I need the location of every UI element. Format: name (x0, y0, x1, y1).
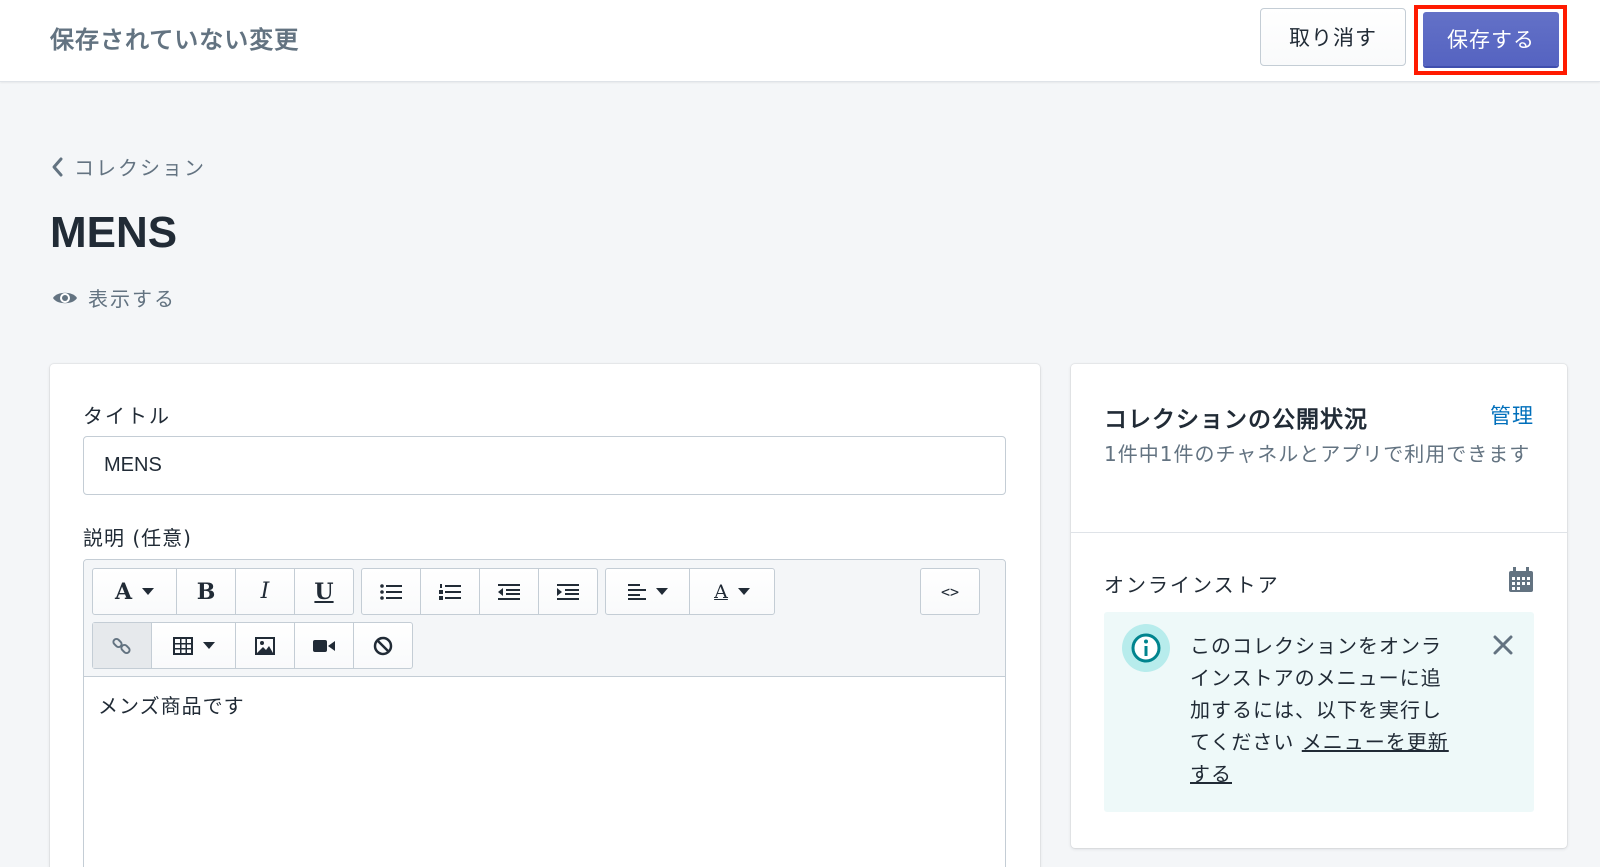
divider (1071, 532, 1567, 533)
editor-toolbar: A B I U A <> (84, 560, 1005, 677)
indent-icon (557, 583, 579, 600)
show-html-button[interactable]: <> (921, 569, 979, 614)
clear-formatting-icon (373, 636, 393, 655)
unsaved-changes-title: 保存されていない変更 (50, 26, 300, 54)
title-input[interactable]: MENS (83, 436, 1006, 495)
bold-icon: B (196, 578, 216, 605)
align-left-icon (627, 583, 646, 600)
underline-button[interactable]: U (295, 569, 353, 614)
top-bar: 保存されていない変更 取り消す 保存する (0, 0, 1600, 82)
text-color-button[interactable]: A (690, 569, 774, 614)
availability-title: コレクションの公開状況 (1104, 407, 1368, 433)
clear-formatting-button[interactable] (354, 623, 412, 668)
availability-subtitle: 1件中1件のチャネルとアプリで利用できます (1104, 442, 1531, 466)
view-link[interactable]: 表示する (52, 283, 176, 312)
font-icon: A (114, 578, 133, 605)
description-label: 説明 (任意) (83, 526, 192, 550)
insert-table-button[interactable] (152, 623, 236, 668)
bullet-list-button[interactable] (362, 569, 421, 614)
info-banner: このコレクションをオンラインストアのメニューに追加するには、以下を実行してくださ… (1104, 612, 1534, 812)
calendar-icon[interactable] (1508, 567, 1534, 593)
insert-group (92, 622, 413, 669)
code-group: <> (920, 568, 980, 615)
bullet-list-icon (380, 583, 402, 600)
bold-button[interactable]: B (177, 569, 236, 614)
outdent-icon (498, 583, 520, 600)
insert-link-button[interactable] (93, 623, 152, 668)
image-icon (255, 636, 275, 655)
alignment-group: A (605, 568, 775, 615)
chevron-down-icon (655, 588, 668, 595)
numbered-list-icon (439, 583, 461, 600)
eye-icon (53, 292, 77, 303)
chevron-left-icon (52, 157, 63, 176)
collection-details-card: タイトル MENS 説明 (任意) A B I U A <> メンズ商品です (50, 364, 1040, 867)
video-icon (313, 639, 335, 652)
italic-icon: I (260, 579, 270, 604)
info-icon (1122, 624, 1170, 672)
manage-link[interactable]: 管理 (1490, 400, 1534, 430)
underline-icon: U (314, 578, 334, 605)
table-icon (172, 636, 193, 655)
numbered-list-button[interactable] (421, 569, 480, 614)
banner-message: このコレクションをオンラインストアのメニューに追加するには、以下を実行してくださ… (1190, 630, 1450, 790)
text-style-group: A B I U (92, 568, 354, 615)
italic-button[interactable]: I (236, 569, 295, 614)
description-text[interactable]: メンズ商品です (98, 690, 245, 719)
breadcrumb[interactable]: コレクション (50, 152, 206, 181)
list-group (361, 568, 598, 615)
save-button[interactable]: 保存する (1423, 12, 1559, 66)
indent-button[interactable] (539, 569, 597, 614)
description-editor: A B I U A <> メンズ商品です (83, 559, 1006, 867)
title-label: タイトル (83, 404, 171, 428)
close-icon[interactable] (1492, 634, 1514, 656)
align-button[interactable] (606, 569, 690, 614)
outdent-button[interactable] (480, 569, 539, 614)
chevron-down-icon (142, 588, 155, 595)
discard-button[interactable]: 取り消す (1260, 8, 1406, 66)
chevron-down-icon (202, 642, 215, 649)
view-label: 表示する (88, 287, 176, 311)
page-title: MENS (50, 208, 178, 257)
font-size-button[interactable]: A (93, 569, 177, 614)
collection-availability-card: コレクションの公開状況 管理 1件中1件のチャネルとアプリで利用できます オンラ… (1071, 364, 1567, 848)
insert-image-button[interactable] (236, 623, 295, 668)
insert-video-button[interactable] (295, 623, 354, 668)
chevron-down-icon (737, 588, 750, 595)
breadcrumb-label: コレクション (74, 156, 206, 180)
online-store-label: オンラインストア (1104, 573, 1280, 597)
link-icon (112, 637, 131, 654)
text-color-icon: A (714, 580, 728, 603)
